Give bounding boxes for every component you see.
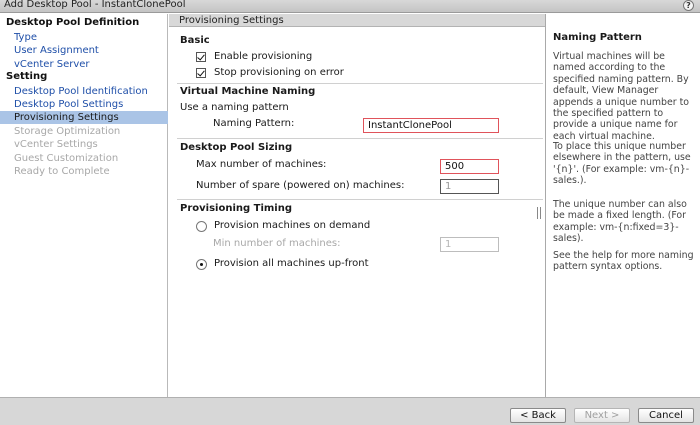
nav-item-type[interactable]: Type [0, 31, 168, 44]
section-divider [177, 138, 543, 139]
stop-on-error-label: Stop provisioning on error [214, 67, 344, 78]
cancel-button[interactable]: Cancel [638, 408, 694, 423]
provisioning-panel: Provisioning Settings Basic Enable provi… [169, 14, 545, 397]
section-title-timing: Provisioning Timing [180, 203, 293, 214]
stop-on-error-checkbox[interactable] [196, 68, 206, 78]
help-paragraph: Virtual machines will be named according… [553, 51, 690, 142]
nav-item-pool-settings[interactable]: Desktop Pool Settings [0, 98, 168, 111]
panel-title: Provisioning Settings [179, 15, 284, 26]
pane-resize-handle[interactable] [537, 207, 541, 219]
panel-header: Provisioning Settings [169, 14, 545, 27]
wizard-sidebar: Desktop Pool Definition Type User Assign… [0, 14, 168, 397]
nav-item-pool-identification[interactable]: Desktop Pool Identification [0, 85, 168, 98]
min-machines-label: Min number of machines: [213, 238, 341, 249]
help-icon[interactable]: ? [683, 0, 694, 11]
spare-machines-label: Number of spare (powered on) machines: [196, 180, 405, 191]
on-demand-label: Provision machines on demand [214, 220, 371, 231]
nav-item-vcenter-settings: vCenter Settings [14, 139, 98, 150]
enable-provisioning-label: Enable provisioning [214, 51, 313, 62]
max-machines-label: Max number of machines: [196, 159, 327, 170]
section-title-basic: Basic [180, 35, 210, 46]
section-divider [177, 83, 543, 84]
nav-heading-definition: Desktop Pool Definition [6, 17, 140, 28]
nav-item-guest-customization: Guest Customization [14, 153, 119, 164]
upfront-label: Provision all machines up-front [214, 258, 369, 269]
section-title-sizing: Desktop Pool Sizing [180, 142, 293, 153]
nav-item-ready-to-complete: Ready to Complete [14, 166, 110, 177]
use-naming-pattern-label: Use a naming pattern [180, 102, 289, 113]
wizard-footer: < Back Next > Cancel [0, 397, 700, 425]
spare-machines-input[interactable] [440, 179, 499, 194]
on-demand-radio[interactable] [196, 221, 207, 232]
nav-item-vcenter-server[interactable]: vCenter Server [0, 58, 168, 71]
section-divider [177, 199, 543, 200]
min-machines-input [440, 237, 499, 252]
nav-item-storage-optimization: Storage Optimization [14, 126, 121, 137]
upfront-radio[interactable] [196, 259, 207, 270]
max-machines-input[interactable] [440, 159, 499, 174]
next-button: Next > [574, 408, 630, 423]
help-title: Naming Pattern [553, 32, 642, 43]
help-paragraph: To place this unique number elsewhere in… [553, 141, 691, 187]
enable-provisioning-checkbox[interactable] [196, 52, 206, 62]
nav-item-user-assignment[interactable]: User Assignment [0, 44, 168, 57]
help-pane: Naming Pattern Virtual machines will be … [545, 14, 700, 397]
back-button[interactable]: < Back [510, 408, 566, 423]
naming-pattern-label: Naming Pattern: [213, 118, 295, 129]
section-title-naming: Virtual Machine Naming [180, 86, 316, 97]
window-titlebar: Add Desktop Pool - InstantClonePool ? [0, 0, 700, 13]
nav-item-provisioning-settings[interactable]: Provisioning Settings [0, 111, 168, 124]
window-title: Add Desktop Pool - InstantClonePool [4, 0, 186, 10]
nav-heading-setting: Setting [6, 71, 48, 82]
naming-pattern-input[interactable] [363, 118, 499, 133]
help-paragraph: See the help for more naming pattern syn… [553, 250, 694, 273]
help-paragraph: The unique number can also be made a fix… [553, 199, 687, 245]
